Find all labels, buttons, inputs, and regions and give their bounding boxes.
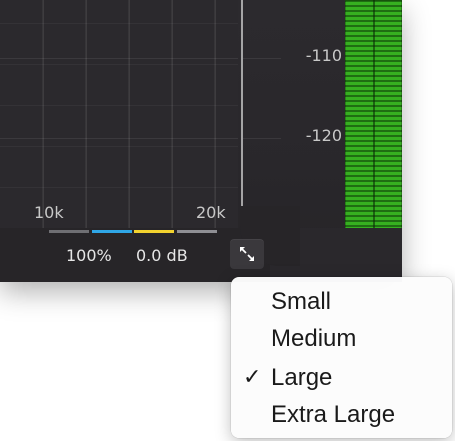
menu-item-small[interactable]: Small (231, 283, 452, 321)
menu-item-label: Small (271, 288, 332, 315)
grid-line (43, 0, 44, 228)
resize-button[interactable] (230, 239, 264, 269)
band-color-segment[interactable] (92, 230, 132, 233)
spectrum-display: 10k 20k (0, 0, 238, 228)
plugin-window: 10k 20k -110 -120 100% 0.0 dB (0, 0, 402, 282)
band-color-segment[interactable] (49, 230, 89, 233)
band-color-segment[interactable] (134, 230, 174, 233)
grid-line (172, 0, 173, 228)
grid-line (86, 0, 87, 228)
freq-label-20k: 20k (196, 203, 226, 222)
db-grid-line (243, 138, 281, 139)
db-label-minus-110: -110 (305, 46, 342, 65)
menu-item-label: Extra Large (271, 401, 396, 428)
db-grid-line (243, 58, 281, 59)
grid-line (0, 58, 238, 59)
freq-label-10k: 10k (34, 203, 64, 222)
checkmark-icon: ✓ (243, 365, 262, 390)
menu-item-medium[interactable]: Medium (231, 320, 452, 358)
band-color-segment[interactable] (177, 230, 217, 233)
gain-readout[interactable]: 0.0 dB (136, 246, 188, 265)
bottom-bar-corner (240, 206, 402, 282)
menu-item-large[interactable]: ✓ Large (231, 359, 452, 397)
menu-item-label: Large (271, 364, 333, 391)
zoom-readout[interactable]: 100% (66, 246, 112, 265)
menu-item-label: Medium (271, 325, 357, 352)
grid-line (215, 0, 216, 228)
menu-item-extra-large[interactable]: Extra Large (231, 396, 452, 434)
grid-line (0, 138, 238, 139)
db-scale: -110 -120 (243, 0, 345, 230)
size-menu: Small Medium ✓ Large Extra Large (231, 277, 452, 438)
db-label-minus-120: -120 (305, 126, 342, 145)
resize-arrows-icon (240, 247, 254, 261)
grid-line (129, 0, 130, 228)
